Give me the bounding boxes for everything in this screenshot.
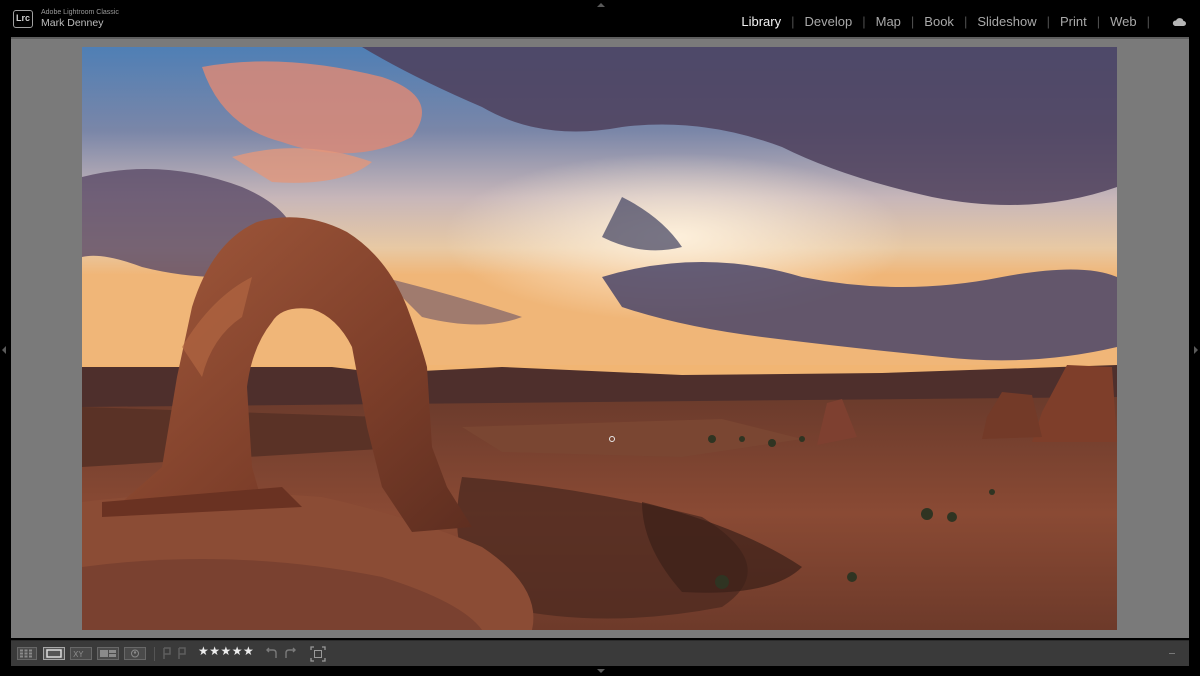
module-slideshow[interactable]: Slideshow: [977, 14, 1036, 29]
top-panel-toggle-icon[interactable]: [597, 3, 605, 7]
star-rating[interactable]: ★★★★★: [198, 644, 254, 658]
module-develop[interactable]: Develop: [805, 14, 853, 29]
module-separator: |: [1146, 14, 1150, 29]
flag-reject-icon[interactable]: [177, 647, 187, 660]
lightroom-logo-icon: Lrc: [13, 10, 33, 28]
loupe-view: [11, 37, 1189, 638]
rotate-left-icon[interactable]: [264, 647, 278, 660]
bottom-toolbar: XY ★★★★★: [11, 640, 1189, 666]
module-print[interactable]: Print: [1060, 14, 1087, 29]
toolbar-menu-icon[interactable]: [1169, 653, 1175, 654]
module-separator: |: [1096, 14, 1101, 29]
module-map[interactable]: Map: [876, 14, 901, 29]
photo-preview[interactable]: [82, 47, 1117, 630]
product-name: Adobe Lightroom Classic: [41, 9, 119, 16]
module-separator: |: [791, 14, 795, 29]
grid-view-icon[interactable]: [17, 647, 37, 660]
module-picker: Library | Develop | Map | Book | Slidesh…: [741, 14, 1160, 29]
flag-pick-icon[interactable]: [162, 647, 172, 660]
toolbar-divider: [154, 647, 155, 661]
rotate-right-icon[interactable]: [284, 647, 298, 660]
people-view-icon[interactable]: [124, 647, 146, 660]
landscape-photo: [82, 47, 1117, 630]
survey-view-icon[interactable]: [97, 647, 119, 660]
left-panel-toggle-icon[interactable]: [2, 346, 6, 354]
user-name: Mark Denney: [41, 17, 104, 29]
cloud-sync-icon[interactable]: [1172, 17, 1186, 26]
compare-view-icon[interactable]: XY: [70, 647, 92, 660]
module-separator: |: [963, 14, 968, 29]
crop-overlay-icon[interactable]: [310, 646, 326, 662]
bottom-panel-toggle-icon[interactable]: [597, 669, 605, 673]
loupe-view-icon[interactable]: [43, 647, 65, 660]
svg-text:XY: XY: [73, 650, 83, 659]
module-library[interactable]: Library: [741, 14, 781, 29]
top-panel: Lrc Adobe Lightroom Classic Mark Denney …: [0, 0, 1200, 36]
module-separator: |: [862, 14, 866, 29]
module-web[interactable]: Web: [1110, 14, 1137, 29]
module-book[interactable]: Book: [924, 14, 954, 29]
module-separator: |: [910, 14, 915, 29]
right-panel-toggle-icon[interactable]: [1194, 346, 1198, 354]
module-separator: |: [1046, 14, 1050, 29]
